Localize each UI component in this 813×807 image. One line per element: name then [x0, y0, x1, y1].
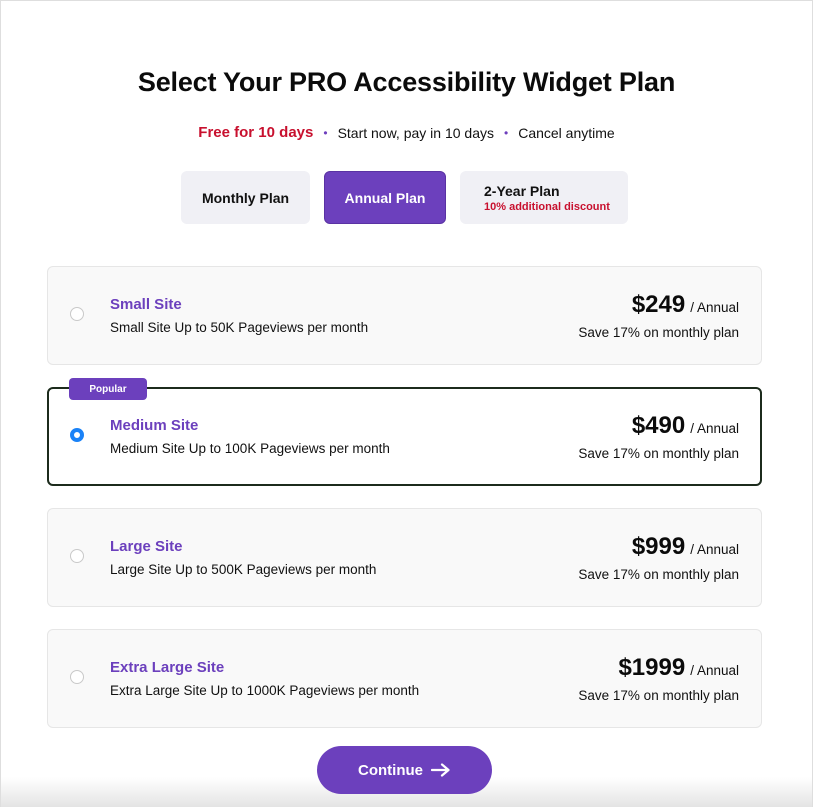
- radio-button[interactable]: [70, 307, 84, 321]
- free-trial-text: Free for 10 days: [198, 124, 314, 141]
- page-title: Select Your PRO Accessibility Widget Pla…: [137, 67, 676, 97]
- plan-price: $249: [631, 291, 686, 318]
- plan-period: / Annual: [690, 300, 739, 315]
- plan-option-small-site[interactable]: Small Site Small Site Up to 50K Pageview…: [47, 266, 762, 365]
- plan-description: Medium Site Up to 100K Pageviews per mon…: [110, 441, 390, 456]
- billing-period-tabs: Monthly Plan Annual Plan 2-Year Plan 10%…: [181, 171, 628, 224]
- plan-highlights: Free for 10 days • Start now, pay in 10 …: [1, 124, 812, 141]
- plan-name: Extra Large Site: [110, 659, 225, 676]
- plan-name: Large Site: [110, 538, 183, 555]
- pay-later-text: Start now, pay in 10 days: [337, 124, 494, 141]
- plan-option-large-site[interactable]: Large Site Large Site Up to 500K Pagevie…: [47, 508, 762, 607]
- plan-list: Small Site Small Site Up to 50K Pageview…: [47, 266, 762, 750]
- plan-period: / Annual: [690, 542, 739, 557]
- tab-annual-plan[interactable]: Annual Plan: [324, 171, 446, 224]
- plan-name: Medium Site: [110, 417, 199, 434]
- plan-period: / Annual: [690, 663, 739, 678]
- plan-price: $1999: [618, 654, 686, 681]
- plan-option-extra-large-site[interactable]: Extra Large Site Extra Large Site Up to …: [47, 629, 762, 728]
- plan-price: $490: [631, 412, 686, 439]
- plan-savings: Save 17% on monthly plan: [578, 567, 739, 582]
- bullet-dot-icon: •: [323, 125, 328, 140]
- plan-description: Extra Large Site Up to 1000K Pageviews p…: [110, 683, 420, 698]
- plan-savings: Save 17% on monthly plan: [578, 446, 739, 461]
- radio-button[interactable]: [70, 549, 84, 563]
- radio-button-selected[interactable]: [70, 428, 84, 442]
- tab-label: Annual Plan: [344, 189, 426, 206]
- plan-pricing: $490 / Annual Save 17% on monthly plan: [578, 412, 739, 461]
- plan-period: / Annual: [690, 421, 739, 436]
- plan-description: Large Site Up to 500K Pageviews per mont…: [110, 562, 377, 577]
- cancel-anytime-text: Cancel anytime: [518, 124, 615, 141]
- plan-pricing: $999 / Annual Save 17% on monthly plan: [578, 533, 739, 582]
- radio-button[interactable]: [70, 670, 84, 684]
- popular-badge: Popular: [69, 378, 147, 400]
- plan-option-medium-site[interactable]: Popular Medium Site Medium Site Up to 10…: [47, 378, 762, 486]
- plan-selection-page: Select Your PRO Accessibility Widget Pla…: [0, 0, 813, 807]
- tab-monthly-plan[interactable]: Monthly Plan: [181, 171, 310, 224]
- tab-label: Monthly Plan: [201, 189, 290, 206]
- plan-name: Small Site: [110, 296, 182, 313]
- plan-price: $999: [631, 533, 686, 560]
- tab-label: 2-Year Plan: [484, 182, 560, 199]
- plan-pricing: $249 / Annual Save 17% on monthly plan: [578, 291, 739, 340]
- plan-savings: Save 17% on monthly plan: [578, 325, 739, 340]
- tab-discount-note: 10% additional discount: [484, 200, 610, 213]
- plan-description: Small Site Up to 50K Pageviews per month: [110, 320, 369, 335]
- tab-2-year-plan[interactable]: 2-Year Plan 10% additional discount: [460, 171, 628, 224]
- continue-button[interactable]: Continue: [317, 746, 492, 794]
- plan-pricing: $1999 / Annual Save 17% on monthly plan: [578, 654, 739, 703]
- continue-label: Continue: [358, 761, 423, 779]
- bullet-dot-icon: •: [504, 125, 509, 140]
- plan-savings: Save 17% on monthly plan: [578, 688, 739, 703]
- arrow-right-icon: [431, 763, 450, 777]
